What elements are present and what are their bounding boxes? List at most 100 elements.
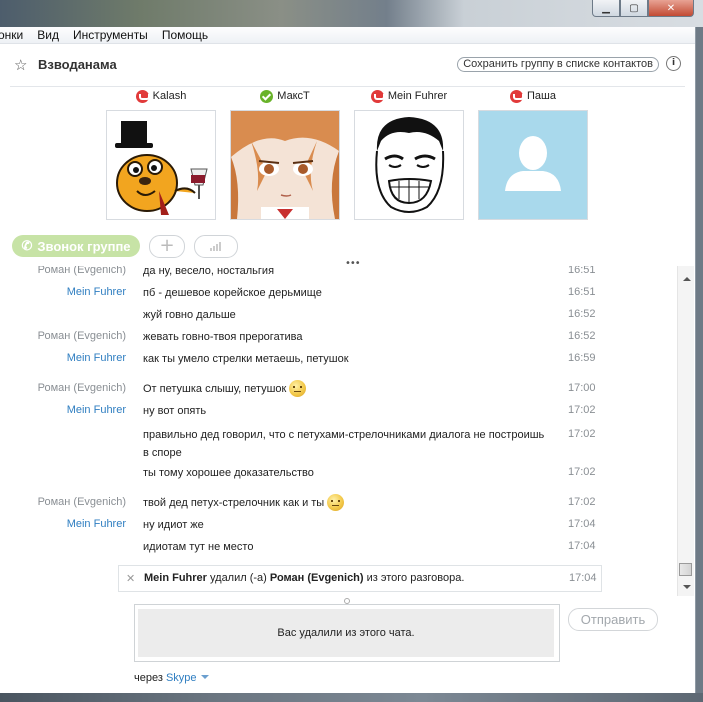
participant-name: Kalash bbox=[152, 90, 187, 102]
via-prefix: через bbox=[134, 672, 166, 684]
menu-bar: онки Вид Инструменты Помощь bbox=[0, 27, 695, 44]
message-time: 17:02 bbox=[568, 496, 596, 508]
message-time: 17:00 bbox=[568, 382, 596, 394]
message-text: твой дед петух-стрелочник как и ты bbox=[143, 494, 553, 512]
message-sender[interactable]: Роман (Evgenich) bbox=[38, 266, 126, 276]
close-window-button[interactable]: ✕ bbox=[648, 0, 694, 17]
message-text: пб - дешевое корейское дерьмище bbox=[143, 284, 553, 302]
message-text-content: жуй говно дальше bbox=[143, 309, 236, 321]
participant-pasha[interactable]: Паша bbox=[477, 88, 589, 220]
message-text: ну вот опять bbox=[143, 402, 553, 420]
service-name: Skype bbox=[165, 672, 197, 684]
star-icon[interactable]: ☆ bbox=[14, 56, 27, 74]
call-group-label: Звонок группе bbox=[37, 238, 131, 254]
message-text-content: жевать говно-твоя прерогатива bbox=[143, 331, 303, 343]
message-sender[interactable]: Mein Fuhrer bbox=[67, 286, 126, 298]
message-time: 17:02 bbox=[568, 404, 596, 416]
system-message-text: Mein Fuhrer удалил (-а) Роман (Evgenich)… bbox=[144, 572, 465, 584]
close-icon[interactable]: ✕ bbox=[126, 572, 135, 585]
message-text: жуй говно дальше bbox=[143, 306, 553, 324]
removed-from-chat-notice: Вас удалили из этого чата. bbox=[138, 609, 554, 657]
message-text: да ну, весело, ностальгия bbox=[143, 266, 553, 280]
signal-bars-icon bbox=[210, 242, 221, 251]
save-group-button[interactable]: Сохранить группу в списке контактов bbox=[457, 57, 659, 72]
chat-history: Роман (Evgenich) да ну, весело, ностальги… bbox=[0, 266, 678, 592]
message-sender[interactable]: Роман (Evgenich) bbox=[38, 330, 126, 342]
participant-mein-fuhrer[interactable]: Mein Fuhrer bbox=[353, 88, 465, 220]
message-text-content: да ну, весело, ностальгия bbox=[143, 266, 275, 277]
message-text-content: как ты умело стрелки метаешь, петушок bbox=[143, 353, 349, 365]
participant-kalash[interactable]: Kalash bbox=[105, 88, 217, 220]
add-participant-button[interactable]: + bbox=[149, 235, 185, 258]
message-text-content: ну идиот же bbox=[143, 519, 204, 531]
menu-item-tools[interactable]: Инструменты bbox=[73, 28, 148, 42]
message-sender[interactable]: Mein Fuhrer bbox=[67, 404, 126, 416]
conversation-title: Взводанама bbox=[38, 57, 117, 72]
message-text-content: твой дед петух-стрелочник как и ты bbox=[143, 497, 325, 509]
status-offline-icon bbox=[510, 89, 525, 103]
message-text: идиотам тут не место bbox=[143, 538, 553, 556]
avatar[interactable] bbox=[106, 110, 216, 220]
message-text-content: От петушка слышу, петушок bbox=[143, 383, 287, 395]
call-quality-button[interactable] bbox=[194, 235, 238, 258]
window-controls: ▁ ▢ ✕ bbox=[592, 0, 694, 17]
message-input-box[interactable]: Вас удалили из этого чата. bbox=[134, 604, 560, 662]
participant-name: Паша bbox=[527, 90, 556, 102]
message-text-content: правильно дед говорил, что с петухами-ст… bbox=[143, 429, 545, 459]
participant-name: Mein Fuhrer bbox=[387, 90, 448, 102]
desktop-background-strip-bottom bbox=[0, 693, 703, 702]
system-message: ✕ Mein Fuhrer удалил (-а) Роман (Evgenic… bbox=[118, 565, 602, 592]
status-online-icon bbox=[260, 89, 274, 103]
message-sender[interactable]: Роман (Evgenich) bbox=[38, 496, 126, 508]
scroll-up-arrow-icon[interactable] bbox=[683, 277, 691, 281]
via-service-selector[interactable]: через Skype bbox=[134, 672, 209, 684]
minimize-button[interactable]: ▁ bbox=[592, 0, 620, 17]
status-offline-icon bbox=[135, 89, 150, 103]
message-time: 16:59 bbox=[568, 352, 596, 364]
send-button[interactable]: Отправить bbox=[568, 608, 658, 631]
call-group-button[interactable]: ✆ Звонок группе bbox=[12, 235, 140, 257]
message-time: 17:04 bbox=[569, 572, 597, 584]
participant-makct[interactable]: МакcT bbox=[229, 88, 341, 220]
message-time: 16:52 bbox=[568, 308, 596, 320]
message-time: 16:51 bbox=[568, 266, 596, 276]
message-text: правильно дед говорил, что с петухами-ст… bbox=[143, 426, 553, 462]
status-offline-icon bbox=[370, 89, 385, 103]
phone-icon: ✆ bbox=[21, 238, 33, 253]
smiley-emoticon-icon bbox=[289, 380, 307, 397]
chat-scrollbar[interactable] bbox=[677, 266, 694, 596]
message-sender[interactable]: Mein Fuhrer bbox=[67, 518, 126, 530]
message-time: 16:51 bbox=[568, 286, 596, 298]
maximize-button[interactable]: ▢ bbox=[620, 0, 648, 17]
desktop-background-strip: ▁ ▢ ✕ bbox=[0, 0, 703, 27]
anime-girl-avatar-image bbox=[231, 111, 339, 219]
message-sender[interactable]: Mein Fuhrer bbox=[67, 352, 126, 364]
message-sender[interactable]: Роман (Evgenich) bbox=[38, 382, 126, 394]
message-time: 17:02 bbox=[568, 466, 596, 478]
participant-name: МакcT bbox=[277, 90, 310, 102]
message-time: 16:52 bbox=[568, 330, 596, 342]
message-text-content: пб - дешевое корейское дерьмище bbox=[143, 287, 322, 299]
menu-item-calls[interactable]: онки bbox=[0, 28, 23, 42]
message-text: ну идиот же bbox=[143, 516, 553, 534]
menu-item-help[interactable]: Помощь bbox=[162, 28, 208, 42]
message-time: 17:04 bbox=[568, 518, 596, 530]
message-time: 17:04 bbox=[568, 540, 596, 552]
yao-ming-meme-avatar-image bbox=[355, 111, 463, 219]
conversation-header: ☆ Взводанама Сохранить группу в списке к… bbox=[10, 44, 685, 87]
avatar[interactable] bbox=[354, 110, 464, 220]
scrollbar-thumb[interactable] bbox=[679, 563, 692, 576]
jake-dog-avatar-image bbox=[107, 111, 215, 219]
message-time: 17:02 bbox=[568, 428, 596, 440]
scroll-down-arrow-icon[interactable] bbox=[683, 585, 691, 589]
avatar[interactable] bbox=[230, 110, 340, 220]
message-text: как ты умело стрелки метаешь, петушок bbox=[143, 350, 553, 368]
message-text: ты тому хорошее доказательство bbox=[143, 464, 553, 482]
chevron-down-icon bbox=[200, 675, 209, 679]
message-text-content: ну вот опять bbox=[143, 405, 207, 417]
message-text: жевать говно-твоя прерогатива bbox=[143, 328, 553, 346]
info-icon[interactable]: i bbox=[666, 56, 681, 71]
menu-item-view[interactable]: Вид bbox=[37, 28, 59, 42]
smiley-emoticon-icon bbox=[327, 494, 345, 511]
avatar[interactable] bbox=[478, 110, 588, 220]
